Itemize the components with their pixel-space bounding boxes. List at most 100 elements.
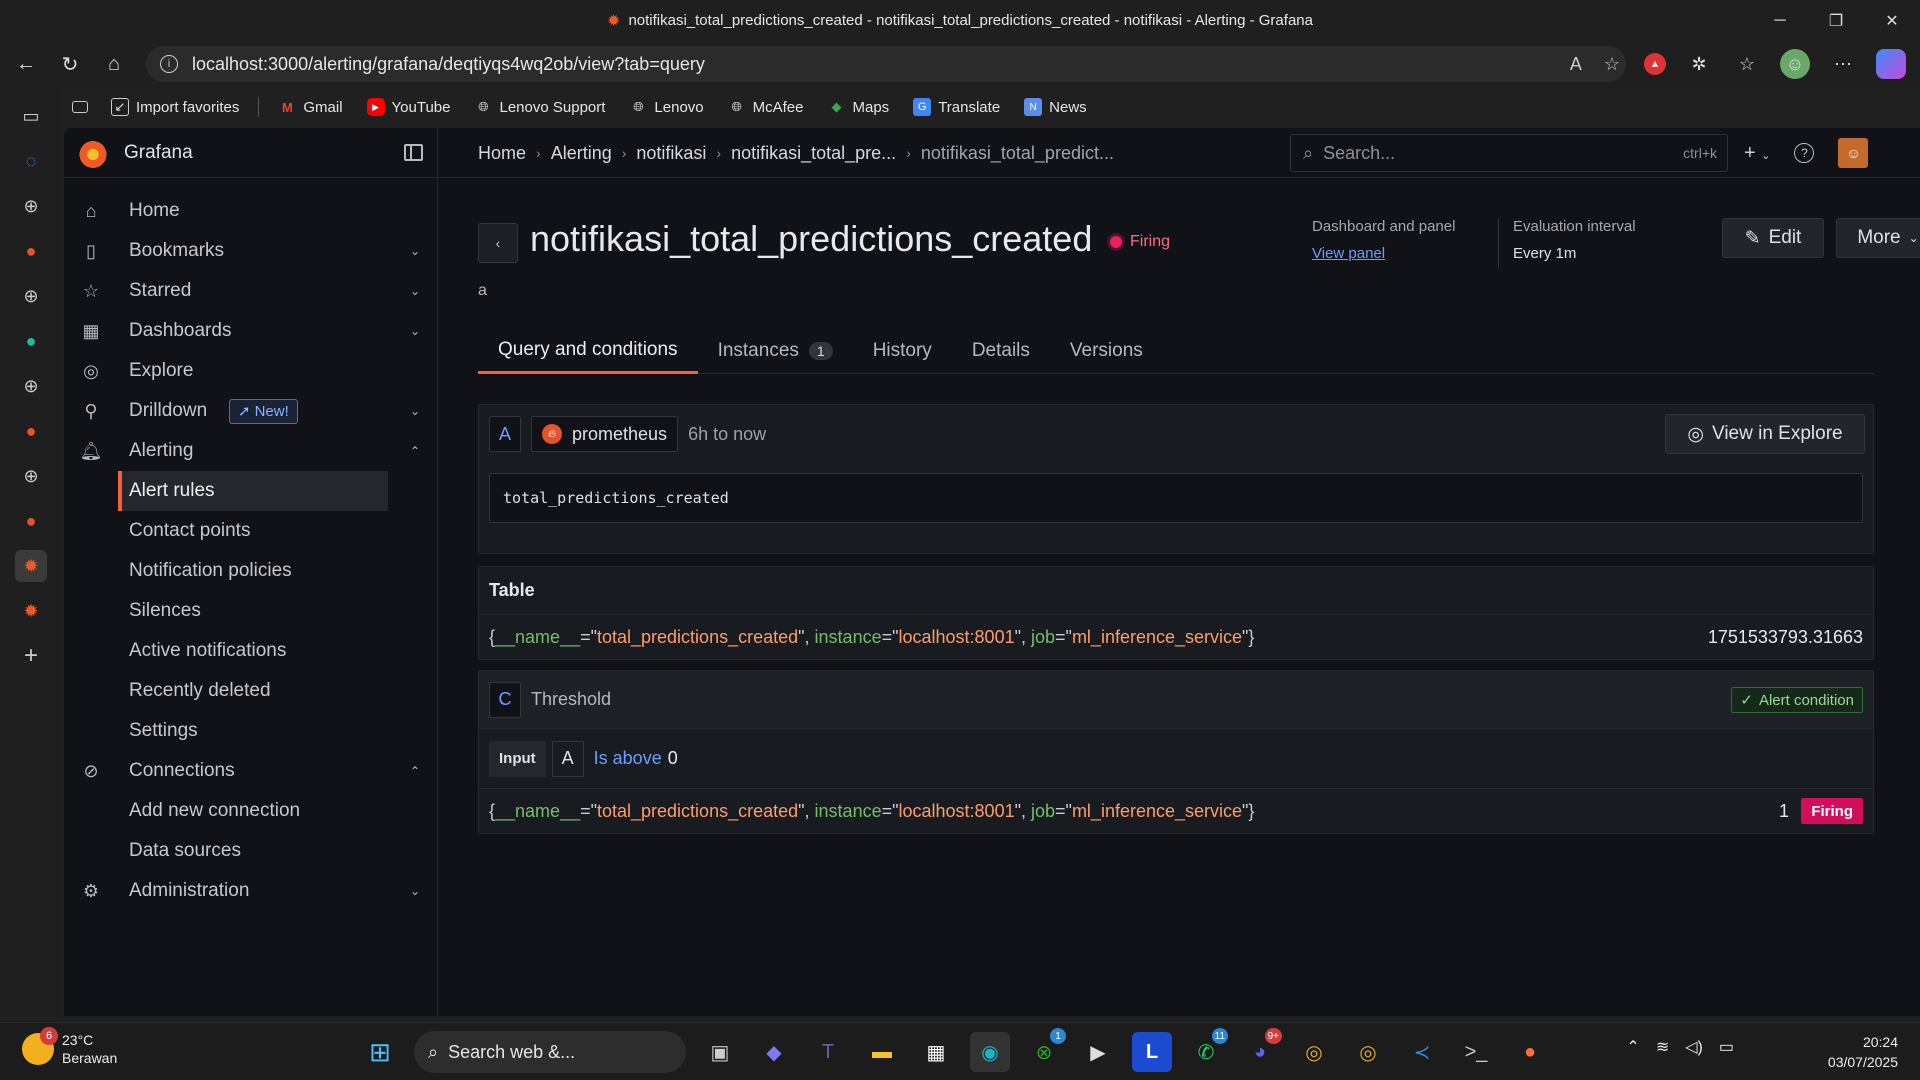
bookmark-mcafee[interactable]: 🌐︎ McAfee (719, 92, 813, 122)
xbox-icon[interactable]: ⊗ 1 (1024, 1028, 1066, 1072)
bookmark-lenovo[interactable]: 🌐︎ Lenovo (620, 92, 712, 122)
prometheus-tab-icon[interactable]: ● (15, 505, 47, 537)
bookmark-news[interactable]: N News (1015, 92, 1096, 122)
volume-icon[interactable]: ◁) (1685, 1037, 1703, 1057)
postman-icon[interactable]: ● (1510, 1032, 1550, 1072)
chevron-up-icon[interactable]: ⌃ (1626, 1037, 1639, 1057)
home-button[interactable]: ⌂ (92, 45, 136, 85)
nav-connections[interactable]: ⊘ Connections ⌃ (64, 751, 438, 791)
copilot-icon[interactable] (1876, 49, 1906, 79)
globe-tab-icon[interactable]: ⊕ (15, 370, 47, 402)
nav-add-new-connection[interactable]: Add new connection (118, 791, 388, 831)
extension-red-icon[interactable]: ▲ (1644, 53, 1666, 75)
bookmark-gmail[interactable]: M Gmail (269, 92, 351, 122)
file-explorer-icon[interactable]: ▬ (862, 1032, 902, 1072)
view-panel-link[interactable]: View panel (1312, 245, 1455, 262)
globe-tab-icon[interactable]: ⊕ (15, 460, 47, 492)
chevron-down-icon[interactable]: ⌄ (410, 884, 420, 898)
nav-administration[interactable]: ⚙ Administration ⌄ (64, 871, 438, 911)
breadcrumb-alerting[interactable]: Alerting (551, 143, 612, 164)
globe-tab-icon[interactable]: ⊕ (15, 190, 47, 222)
extensions-icon[interactable]: ✲ (1684, 49, 1714, 79)
new-tab-icon[interactable]: + (15, 640, 47, 672)
favorites-icon[interactable]: ☆ (1732, 49, 1762, 79)
tab-details[interactable]: Details (952, 328, 1050, 374)
nav-data-sources[interactable]: Data sources (118, 831, 388, 871)
battery-icon[interactable]: ▭ (1719, 1037, 1734, 1057)
view-in-explore-button[interactable]: ◎ View in Explore (1665, 414, 1865, 454)
lens-icon[interactable]: L (1132, 1032, 1172, 1072)
bookmark-translate[interactable]: G Translate (904, 92, 1009, 122)
windows-start-icon[interactable]: ⊞ (360, 1032, 400, 1072)
breadcrumb-folder[interactable]: notifikasi (636, 143, 706, 164)
site-info-icon[interactable]: i (160, 55, 178, 73)
minimize-button[interactable]: ─ (1752, 0, 1808, 41)
nav-recently-deleted[interactable]: Recently deleted (118, 671, 388, 711)
add-new-icon[interactable]: + ⌄ (1744, 142, 1770, 165)
maximize-button[interactable]: ❐ (1808, 0, 1864, 41)
tabs-icon[interactable]: ▭ (15, 100, 47, 132)
whatsapp-icon[interactable]: ✆ 11 (1186, 1028, 1228, 1072)
prometheus-tab-icon[interactable]: ● (15, 415, 47, 447)
chrome-profile-icon[interactable]: ◎ (1348, 1032, 1388, 1072)
copilot-app-icon[interactable]: ◆ (754, 1032, 794, 1072)
edge-icon[interactable]: ◉ (970, 1032, 1010, 1072)
address-bar[interactable]: i localhost:3000/alerting/grafana/deqtiy… (146, 46, 1626, 82)
globe-tab-icon[interactable]: ⊕ (15, 280, 47, 312)
discord-icon[interactable]: ◕ 9+ (1240, 1028, 1282, 1072)
nav-dashboards[interactable]: ▦ Dashboards ⌄ (64, 311, 438, 351)
store-icon[interactable]: ▦ (916, 1032, 956, 1072)
weather-widget[interactable]: 6 23°C Berawan (22, 1027, 117, 1067)
bookmark-lenovo-support[interactable]: 🌐︎ Lenovo Support (466, 92, 615, 122)
nav-home[interactable]: ⌂ Home (64, 191, 438, 231)
bookmark-youtube[interactable]: ▶ YouTube (358, 92, 460, 122)
reload-button[interactable]: ↻ (48, 45, 92, 85)
task-view-icon[interactable]: ▣ (700, 1032, 740, 1072)
bookmark-maps[interactable]: ◆ Maps (819, 92, 899, 122)
more-button[interactable]: More ⌄ (1836, 218, 1920, 258)
terminal-icon[interactable]: >_ (1456, 1032, 1496, 1072)
search-input[interactable]: ⌕ Search... ctrl+k (1290, 134, 1728, 172)
back-button[interactable]: ← (4, 45, 48, 85)
system-clock[interactable]: 20:24 03/07/2025 (1828, 1032, 1898, 1072)
chevron-up-icon[interactable]: ⌃ (410, 444, 420, 458)
bookmark-reader-icon[interactable] (64, 92, 96, 122)
media-player-icon[interactable]: ▶ (1078, 1032, 1118, 1072)
tab-query-and-conditions[interactable]: Query and conditions (478, 328, 698, 374)
user-avatar[interactable]: ☺ (1838, 138, 1869, 168)
grafana-tab-icon[interactable]: ✹ (15, 595, 47, 627)
taskbar-search[interactable]: ⌕ Search web &... (414, 1031, 686, 1073)
nav-alert-rules[interactable]: Alert rules (118, 471, 388, 511)
tab-instances[interactable]: Instances 1 (698, 328, 853, 374)
breadcrumb-group[interactable]: notifikasi_total_pre... (731, 143, 896, 164)
favorite-star-icon[interactable]: ☆ (1604, 54, 1620, 75)
nav-alerting-settings[interactable]: Settings (118, 711, 388, 751)
nav-notification-policies[interactable]: Notification policies (118, 551, 388, 591)
edit-button[interactable]: ✎ Edit (1722, 218, 1824, 258)
nav-starred[interactable]: ☆ Starred ⌄ (64, 271, 438, 311)
tab-versions[interactable]: Versions (1050, 328, 1163, 374)
profile-avatar[interactable]: ☺ (1780, 49, 1810, 79)
nav-contact-points[interactable]: Contact points (118, 511, 388, 551)
tab-history[interactable]: History (853, 328, 952, 374)
back-button[interactable]: ‹ (478, 223, 518, 263)
chevron-down-icon[interactable]: ⌄ (410, 404, 420, 418)
chevron-down-icon[interactable]: ⌄ (410, 284, 420, 298)
vscode-icon[interactable]: ≺ (1402, 1032, 1442, 1072)
edge-swirl-icon[interactable]: ◌ (15, 145, 47, 177)
chrome-icon[interactable]: ◎ (1294, 1032, 1334, 1072)
chevron-up-icon[interactable]: ⌃ (410, 764, 420, 778)
nav-active-notifications[interactable]: Active notifications (118, 631, 388, 671)
bookmark-import-favorites[interactable]: ↙ Import favorites (102, 92, 248, 122)
chevron-down-icon[interactable]: ⌄ (410, 244, 420, 258)
more-menu-icon[interactable]: ⋯ (1828, 49, 1858, 79)
nav-drilldown[interactable]: ⚲ Drilldown ➚ New! ⌄ (64, 391, 438, 431)
wifi-icon[interactable]: ≋ (1656, 1037, 1669, 1057)
grafana-logo-icon[interactable] (78, 138, 108, 168)
read-aloud-icon[interactable]: A (1570, 54, 1582, 75)
nav-alerting[interactable]: 🔔︎ Alerting ⌃ (64, 431, 438, 471)
breadcrumb-home[interactable]: Home (478, 143, 526, 164)
chevron-down-icon[interactable]: ⌄ (410, 324, 420, 338)
close-button[interactable]: ✕ (1864, 0, 1920, 41)
nav-silences[interactable]: Silences (118, 591, 388, 631)
